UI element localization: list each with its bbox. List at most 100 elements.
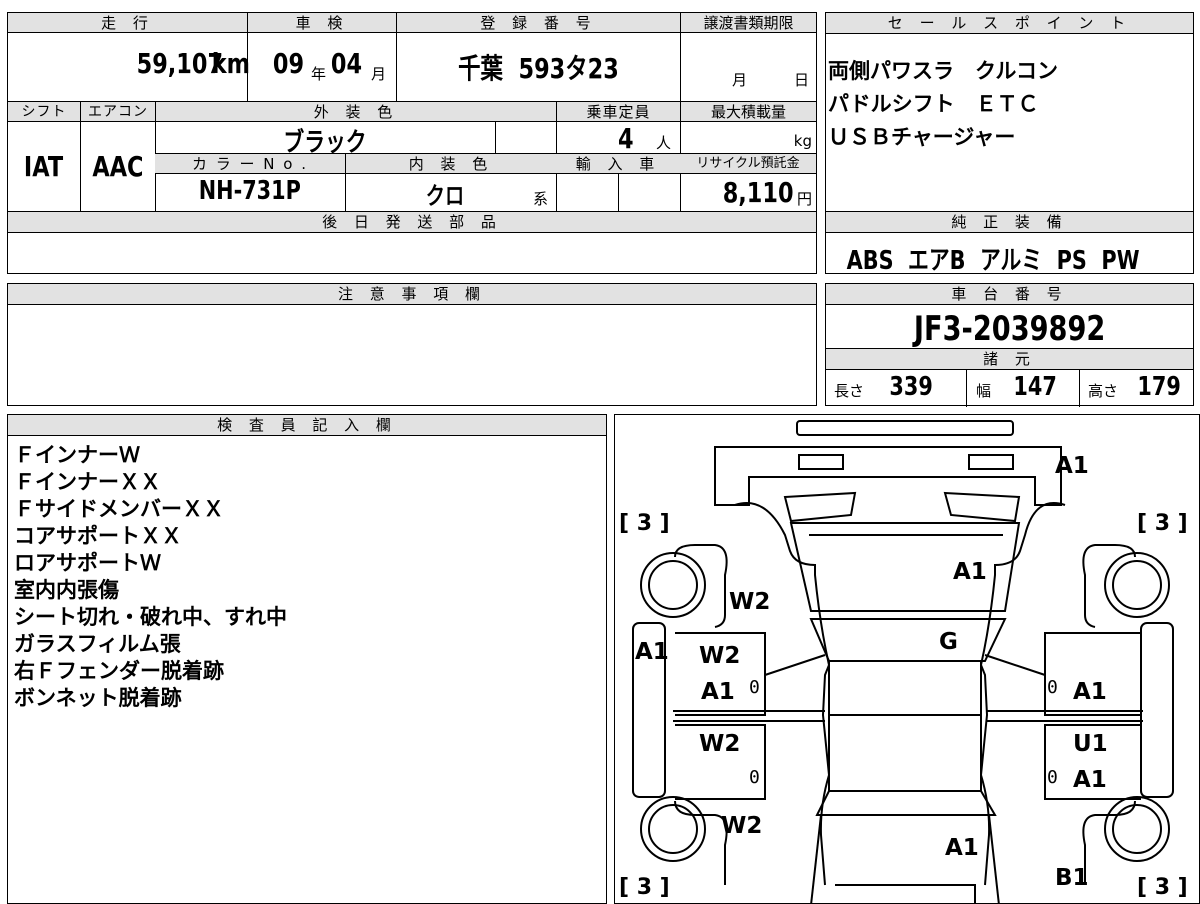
deadline-month: 月	[732, 71, 748, 89]
tyre-rear-right-depth: [ 3 ]	[1137, 875, 1188, 900]
damage-mark-left-front-door-a: A1	[701, 679, 735, 705]
registration-label: 登 録 番 号	[396, 13, 680, 33]
sales-points-list: 両側パワスラ クルコン パドルシフト ＥＴＣ ＵＳＢチャージャー	[826, 13, 1058, 154]
chassis-no-label: 車 台 番 号	[826, 284, 1193, 305]
later-parts-box: 後 日 発 送 部 品	[7, 211, 817, 274]
note-item: 右Ｆフェンダー脱着跡	[14, 659, 224, 683]
length-label: 長さ	[834, 382, 865, 400]
remarks-box: 注 意 事 項 欄	[7, 283, 817, 406]
recycle-fee-label: リサイクル預託金	[680, 154, 816, 174]
inspector-notes-list: ＦインナーＷ ＦインナーＸＸ ＦサイドメンバーＸＸ コアサポートＸＸ ロアサポー…	[8, 436, 606, 712]
zero-marker: 0	[1047, 767, 1058, 788]
inspection-month: 04	[330, 47, 363, 80]
height-value: 179	[1137, 372, 1181, 402]
transfer-deadline-label: 譲渡書類期限	[680, 13, 816, 33]
specs-label: 諸 元	[826, 349, 1193, 370]
tyre-front-right-depth: [ 3 ]	[1137, 511, 1188, 536]
registration-cell: 千葉 593タ23	[396, 33, 680, 101]
genuine-equipment-box: 純 正 装 備 ABS エアB アルミ PS PW	[825, 211, 1194, 276]
damage-mark-right-rear-door-a: A1	[1073, 767, 1107, 793]
note-item: ＦサイドメンバーＸＸ	[14, 497, 224, 521]
width-value: 147	[1013, 372, 1057, 402]
remarks-label: 注 意 事 項 欄	[8, 284, 816, 305]
width-label: 幅	[976, 382, 992, 400]
color-no-value: NH-731P	[198, 176, 302, 206]
capacity-unit: 人	[656, 134, 672, 152]
mileage-label: 走 行	[8, 13, 247, 33]
capacity-label: 乗車定員	[556, 102, 680, 122]
exterior-color-label: 外 装 色	[155, 102, 556, 122]
note-item: コアサポートＸＸ	[14, 524, 182, 548]
sales-point-item: ＵＳＢチャージャー	[828, 125, 1016, 149]
vehicle-info-table: 走 行 車 検 登 録 番 号 譲渡書類期限 59,107 km 09 年 04…	[7, 12, 817, 213]
sales-points-box: セ ー ル ス ポ イ ン ト 両側パワスラ クルコン パドルシフト ＥＴＣ Ｕ…	[825, 12, 1194, 212]
aircon-cell: AAC	[80, 122, 155, 213]
damage-mark-left-front-door-w: W2	[699, 643, 741, 669]
shift-label: シフト	[8, 102, 80, 122]
inspection-year: 09	[272, 47, 305, 80]
import-label: 輸 入 車	[556, 154, 680, 174]
damage-mark-left-side: A1	[635, 639, 669, 665]
damage-mark-right-rear-door-u: U1	[1073, 731, 1108, 757]
note-item: ガラスフィルム張	[14, 632, 181, 656]
recycle-value: 8,110	[723, 176, 794, 209]
specs-row: 長さ 339 幅 147 高さ 179	[826, 370, 1193, 407]
capacity-cell: 4 人	[556, 122, 680, 155]
deadline-day: 日	[794, 71, 810, 89]
zero-marker: 0	[749, 677, 760, 698]
genuine-equipment-label: 純 正 装 備	[826, 212, 1193, 233]
aircon-label: エアコン	[80, 102, 155, 122]
inspector-notes-label: 検 査 員 記 入 欄	[8, 415, 606, 436]
zero-marker: 0	[749, 767, 760, 788]
damage-mark-left-front-fender: W2	[729, 589, 771, 615]
damage-mark-left-rear-door: W2	[699, 731, 741, 757]
tyre-front-left-depth: [ 3 ]	[619, 511, 670, 536]
damage-mark-roof-rear: A1	[945, 835, 979, 861]
note-item: ＦインナーＷ	[14, 443, 140, 467]
note-item: ロアサポートＷ	[14, 551, 161, 575]
chassis-box: 車 台 番 号 JF3-2039892 諸 元 長さ 339 幅 147 高さ …	[825, 283, 1194, 407]
shift-cell: IAT	[8, 122, 80, 213]
damage-mark-right-front-door: A1	[1073, 679, 1107, 705]
later-parts-label: 後 日 発 送 部 品	[8, 212, 816, 233]
deadline-cell: 月 日	[680, 33, 816, 101]
mileage-value: 59,107	[136, 47, 223, 80]
max-load-unit: kg	[793, 132, 812, 150]
sales-point-item: 両側パワスラ クルコン	[828, 59, 1058, 83]
capacity-value: 4	[617, 122, 634, 155]
damage-mark-front-right: A1	[1055, 453, 1089, 479]
sales-point-item: パドルシフト ＥＴＣ	[828, 92, 1039, 116]
mileage-unit: km	[211, 47, 251, 80]
exterior-color-cell: ブラック	[155, 122, 495, 158]
interior-color-label: 内 装 色	[345, 154, 556, 174]
damage-diagram: [ 3 ] [ 3 ] [ 3 ] [ 3 ] A1 A1 W2 G A1 W2…	[614, 414, 1200, 904]
damage-mark-windshield: G	[939, 629, 958, 655]
chassis-no-cell: JF3-2039892	[826, 305, 1193, 349]
interior-suffix: 系	[533, 190, 549, 208]
inspection-month-unit: 月	[371, 65, 387, 83]
shift-value: IAT	[24, 150, 64, 183]
note-item: 室内内張傷	[14, 578, 119, 602]
damage-mark-rear-right: B1	[1055, 865, 1089, 891]
inspector-notes-box: 検 査 員 記 入 欄 ＦインナーＷ ＦインナーＸＸ ＦサイドメンバーＸＸ コア…	[7, 414, 607, 904]
color-no-label: カ ラ ー N o .	[155, 154, 345, 174]
inspection-year-unit: 年	[311, 65, 327, 83]
tyre-rear-left-depth: [ 3 ]	[619, 875, 670, 900]
color-no-cell: NH-731P	[155, 174, 345, 213]
damage-mark-bonnet: A1	[953, 559, 987, 585]
inspection-label: 車 検	[247, 13, 396, 33]
note-item: シート切れ・破れ中、すれ中	[14, 605, 287, 629]
max-load-cell: kg	[680, 122, 816, 154]
recycle-unit: 円	[796, 190, 812, 208]
note-item: ＦインナーＸＸ	[14, 470, 161, 494]
registration-number: 千葉 593タ23	[457, 52, 619, 85]
length-value: 339	[889, 372, 933, 402]
interior-color-cell: クロ 系	[345, 174, 556, 213]
height-label: 高さ	[1088, 382, 1119, 400]
aircon-value: AAC	[91, 150, 144, 183]
damage-mark-left-rear-quarter: W2	[721, 813, 763, 839]
chassis-no-value: JF3-2039892	[913, 309, 1106, 349]
note-item: ボンネット脱着跡	[14, 686, 182, 710]
inspection-cell: 09 年 04 月	[247, 33, 396, 101]
mileage-cell: 59,107 km	[8, 33, 251, 101]
